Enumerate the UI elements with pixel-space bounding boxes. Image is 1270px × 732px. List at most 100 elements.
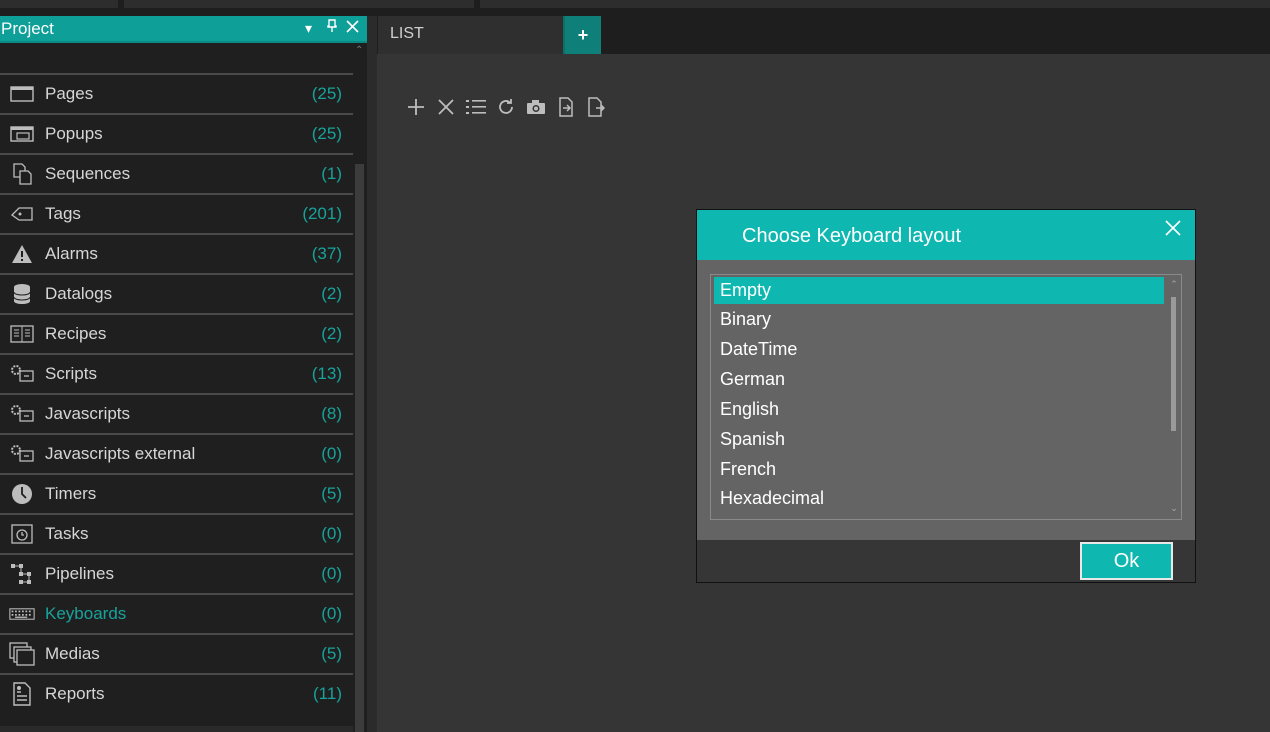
book-icon [9, 324, 35, 344]
tree-item-count: (25) [311, 84, 342, 103]
pin-icon[interactable] [327, 16, 337, 41]
layout-option[interactable]: English [714, 396, 1164, 423]
alarm-icon [9, 244, 35, 264]
add-tab-button[interactable]: + [563, 16, 601, 54]
tree-item-count: (25) [311, 124, 342, 143]
tree-item-keyboards[interactable]: Keyboards (0) [0, 593, 353, 633]
top-strip-segment [124, 0, 474, 8]
page-icon [9, 84, 35, 104]
tree-item-label: Tasks [45, 524, 89, 543]
dialog-body: ⌃ ⌄ Empty Binary DateTime German English Span… [697, 260, 1195, 540]
tree-item-label: Tags [45, 204, 81, 223]
tree-item-reports[interactable]: Reports (11) [0, 673, 353, 713]
javascript-icon [9, 404, 35, 424]
close-icon[interactable] [346, 16, 359, 41]
tree-item-label: Javascripts external [45, 444, 196, 463]
layout-option[interactable]: German [714, 366, 1164, 393]
keyboard-layout-dialog: Choose Keyboard layout ⌃ ⌄ Empty Binary Da… [696, 209, 1196, 583]
tree-item-datalogs[interactable]: Datalogs (2) [0, 273, 353, 313]
dialog-close-icon[interactable] [1163, 218, 1183, 238]
tree-item-sequences[interactable]: Sequences (1) [0, 153, 353, 193]
tree-item-javascripts[interactable]: Javascripts (8) [0, 393, 353, 433]
tree-item-javascripts-external[interactable]: Javascripts external (0) [0, 433, 353, 473]
layout-option[interactable]: DateTime [714, 336, 1164, 363]
tree-item-count: (13) [311, 364, 342, 383]
panel-scrollbar[interactable] [355, 164, 364, 732]
layout-option[interactable]: Binary [714, 306, 1164, 333]
tree-item-pages[interactable]: Pages (25) [0, 73, 353, 113]
tree-item-label: Datalogs [45, 284, 113, 303]
tree-item-count: (2) [321, 324, 342, 343]
dropdown-icon[interactable]: ▾ [305, 16, 312, 41]
tree-item-tags[interactable]: Tags (201) [0, 193, 353, 233]
layout-listbox[interactable]: ⌃ ⌄ Empty Binary DateTime German English Span… [710, 274, 1182, 520]
camera-icon[interactable] [525, 95, 547, 119]
tree-item-medias[interactable]: Medias (5) [0, 633, 353, 673]
tree-item-count: (2) [321, 284, 342, 303]
tree-item-label: Popups [45, 124, 103, 143]
scroll-up-icon[interactable]: ⌃ [355, 45, 363, 56]
scroll-down-icon[interactable]: ⌄ [1168, 503, 1180, 514]
sequence-icon [9, 163, 35, 185]
tree-item-label: Keyboards [45, 604, 127, 623]
listbox-scrollbar[interactable]: ⌃ ⌄ [1168, 279, 1180, 515]
tree-item-count: (0) [321, 524, 342, 543]
tree-item-recipes[interactable]: Recipes (2) [0, 313, 353, 353]
delete-icon[interactable] [435, 95, 457, 119]
media-icon [9, 642, 35, 666]
listbox-scroll-thumb[interactable] [1171, 297, 1176, 431]
project-panel: Project ▾ ⌃ Pages (25) Popups (25) Sequences… [0, 16, 367, 732]
layout-option[interactable]: Empty [714, 277, 1164, 304]
layout-option[interactable]: Hexadecimal [714, 485, 1164, 512]
tree-item-popups[interactable]: Popups (25) [0, 113, 353, 153]
script-icon [9, 364, 35, 384]
popup-icon [9, 124, 35, 144]
tree-item-tasks[interactable]: Tasks (0) [0, 513, 353, 553]
export-icon[interactable] [585, 95, 607, 119]
tab-list[interactable]: LIST [378, 16, 563, 54]
tree-item-count: (37) [311, 244, 342, 263]
tree-item-count: (11) [313, 684, 342, 703]
list-toolbar [405, 95, 607, 119]
database-icon [9, 284, 35, 304]
tree-item-count: (5) [321, 484, 342, 503]
project-tree: Pages (25) Popups (25) Sequences (1) Tags (201)… [0, 73, 353, 713]
layout-option[interactable]: Spanish [714, 426, 1164, 453]
tree-item-label: Sequences [45, 164, 131, 183]
import-icon[interactable] [555, 95, 577, 119]
tree-item-count: (0) [321, 604, 342, 623]
tab-bar: LIST + [377, 16, 1270, 54]
dialog-footer: Ok [697, 540, 1195, 582]
panel-splitter[interactable] [367, 16, 377, 732]
report-icon [9, 682, 35, 706]
tree-item-label: Pipelines [45, 564, 114, 583]
tree-item-count: (0) [321, 564, 342, 583]
ok-button[interactable]: Ok [1080, 542, 1173, 580]
tree-item-pipelines[interactable]: Pipelines (0) [0, 553, 353, 593]
tree-item-label: Recipes [45, 324, 107, 343]
add-icon[interactable] [405, 95, 427, 119]
task-icon [9, 524, 35, 544]
tree-item-timers[interactable]: Timers (5) [0, 473, 353, 513]
tree-item-count: (5) [321, 644, 342, 663]
panel-footer [0, 726, 353, 732]
list-icon[interactable] [465, 95, 487, 119]
tree-item-label: Scripts [45, 364, 97, 383]
tree-item-count: (8) [321, 404, 342, 423]
dialog-title-bar: Choose Keyboard layout [697, 210, 1195, 260]
tree-item-label: Timers [45, 484, 97, 503]
tree-item-count: (0) [321, 444, 342, 463]
tree-item-count: (1) [321, 164, 342, 183]
refresh-icon[interactable] [495, 95, 517, 119]
layout-option[interactable]: French [714, 456, 1164, 483]
tree-item-label: Pages [45, 84, 94, 103]
top-strip-segment [480, 0, 1270, 8]
scroll-up-icon[interactable]: ⌃ [1168, 279, 1180, 290]
keyboard-icon [9, 604, 35, 624]
tree-item-alarms[interactable]: Alarms (37) [0, 233, 353, 273]
tree-item-scripts[interactable]: Scripts (13) [0, 353, 353, 393]
pipeline-icon [9, 564, 35, 584]
panel-scroll-area: ⌃ [0, 43, 363, 73]
timer-icon [9, 484, 35, 504]
javascript-external-icon [9, 444, 35, 464]
